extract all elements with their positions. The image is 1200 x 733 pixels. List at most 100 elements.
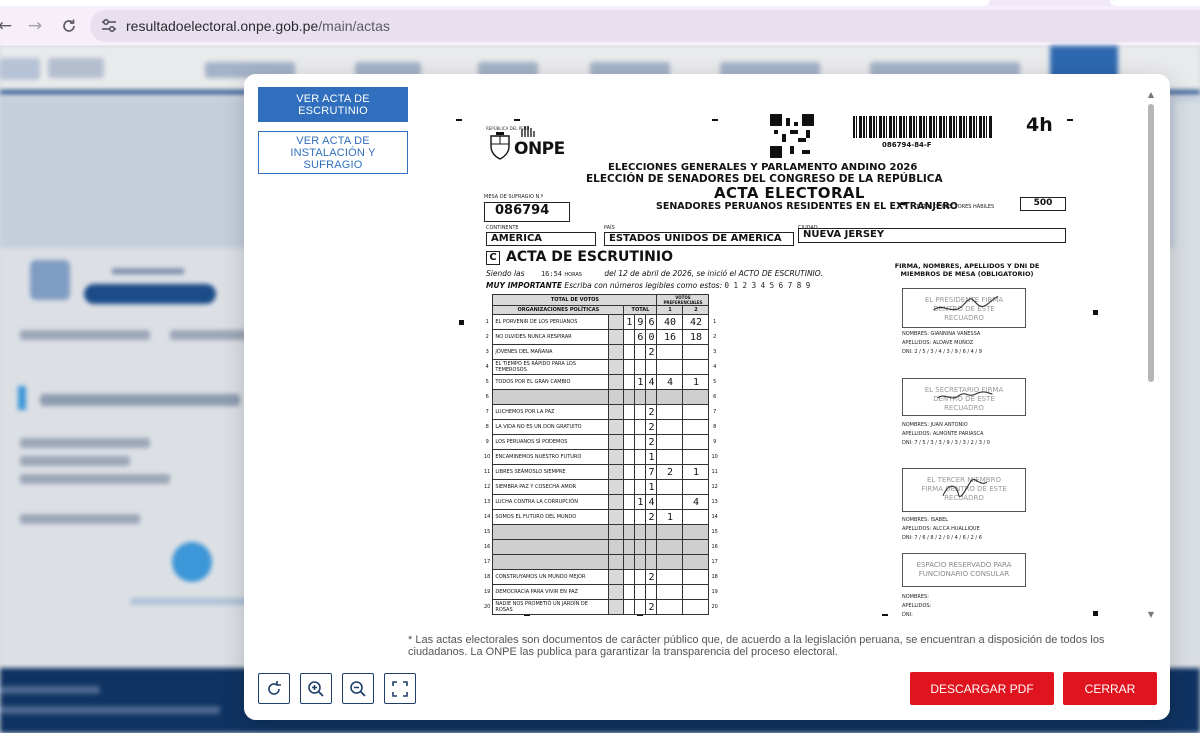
m1-dni-label: DNI:: [902, 349, 913, 355]
arrow-right-icon: ➡: [898, 199, 907, 210]
m4-apellidos-label: APELLIDOS:: [902, 603, 932, 609]
party-name: LUCHEMOS POR LA PAZ: [492, 404, 610, 420]
download-pdf-button[interactable]: DESCARGAR PDF: [910, 672, 1054, 705]
pref-vote-1: [656, 554, 684, 570]
party-logo-icon: [608, 389, 625, 405]
acta-document: REPÚBLICA DEL PERÚ ONPE 086794-84-F 4h E…: [412, 84, 1148, 624]
m1-apellidos: ALDAVE MUÑOZ: [932, 340, 974, 346]
total-digit: 4: [645, 494, 658, 510]
url-host: resultadoelectoral.onpe.gob.pe: [126, 18, 319, 34]
row-number-right: 6: [713, 394, 717, 400]
tab-acta-instalacion-label: VER ACTA DE INSTALACIÓN Y SUFRAGIO: [290, 134, 376, 171]
pref-vote-2: [682, 539, 710, 555]
total-digit: [634, 434, 647, 450]
party-logo-icon: [608, 449, 625, 465]
party-logo-icon: [608, 464, 625, 480]
party-name: NO OLVIDES NUNCA RESPIRAR: [492, 329, 610, 345]
row-number: 19: [484, 589, 491, 595]
party-logo-icon: [608, 479, 625, 495]
viewer-scrollbar[interactable]: ▲ ▼: [1146, 90, 1156, 620]
row-number: 3: [485, 349, 489, 355]
party-name: [492, 524, 610, 540]
acta-title-1: ELECCIONES GENERALES Y PARLAMENTO ANDINO…: [608, 162, 918, 173]
acta-viewer[interactable]: REPÚBLICA DEL PERÚ ONPE 086794-84-F 4h E…: [412, 84, 1148, 624]
electores-label: TOTAL DE ELECTORES HÁBILES: [916, 204, 995, 210]
total-digit: [623, 404, 636, 420]
party-logo-icon: [608, 344, 625, 360]
total-digit: [623, 494, 636, 510]
zoom-out-button[interactable]: [342, 673, 374, 704]
digits-sample: 0 1 2 3 4 5 6 7 8 9: [724, 281, 811, 290]
total-digit: [623, 434, 636, 450]
forward-arrow-icon[interactable]: →: [24, 15, 46, 37]
m2-nombres: JUAN ANTONIO: [930, 422, 968, 428]
omnibox[interactable]: resultadoelectoral.onpe.gob.pe/main/acta…: [90, 10, 1200, 42]
close-button[interactable]: CERRAR: [1063, 672, 1157, 705]
party-name: CONSTRUYAMOS UN MUNDO MEJOR: [492, 569, 610, 585]
tab-acta-instalacion[interactable]: VER ACTA DE INSTALACIÓN Y SUFRAGIO: [258, 131, 408, 174]
party-logo-icon: [608, 599, 625, 615]
reload-icon[interactable]: [58, 15, 80, 37]
pref-vote-1: 1: [656, 509, 684, 525]
vote-row: 1 EL PORVENIR DE LOS PERUANOS 1 9 6 40 42 1: [482, 314, 720, 330]
pref-vote-1: [656, 599, 684, 615]
row-number-right: 19: [711, 589, 718, 595]
mesa-label: MESA DE SUFRAGIO N.º: [484, 194, 544, 200]
close-label: CERRAR: [1084, 681, 1136, 696]
row-number-right: 1: [713, 319, 717, 325]
row-number-right: 11: [711, 469, 718, 475]
pref-vote-2: [682, 449, 710, 465]
total-digit: [623, 419, 636, 435]
vote-row: 15 15: [482, 524, 720, 540]
rotate-button[interactable]: [258, 673, 290, 704]
download-pdf-label: DESCARGAR PDF: [930, 681, 1034, 696]
electores-value: 500: [1020, 197, 1066, 211]
total-digit: [623, 359, 636, 375]
acta-barcode-number: 086794-84-F: [882, 141, 932, 149]
back-arrow-icon[interactable]: ←: [0, 15, 16, 37]
total-digit: [623, 599, 636, 615]
row-number-right: 8: [713, 424, 717, 430]
vote-row: 3 JÓVENES DEL MAÑANA 2 3: [482, 344, 720, 360]
th-total-votos: TOTAL DE VOTOS: [492, 294, 658, 306]
signature-box-presidente: EL PRESIDENTE FIRMA DENTRO DE ESTE RECUA…: [902, 288, 1026, 328]
scroll-up-icon[interactable]: ▲: [1146, 90, 1156, 100]
pref-vote-2: [682, 569, 710, 585]
party-logo-icon: [608, 524, 625, 540]
zoom-in-button[interactable]: [300, 673, 332, 704]
total-digit: 1: [645, 449, 658, 465]
vote-row: 8 LA VIDA NO ES UN DON GRATUITO 2 8: [482, 419, 720, 435]
ciudad-value: NUEVA JERSEY: [798, 228, 1066, 243]
tab-acta-escrutinio-label: VER ACTA DE ESCRUTINIO: [296, 92, 370, 117]
total-digit: [634, 359, 647, 375]
pref-vote-2: 18: [682, 329, 710, 345]
signature-scribble-icon: [942, 479, 988, 497]
row-number: 15: [484, 529, 491, 535]
pref-vote-1: [656, 539, 684, 555]
scroll-down-icon[interactable]: ▼: [1146, 610, 1156, 620]
row-number-right: 15: [711, 529, 718, 535]
row-number: 13: [484, 499, 491, 505]
tune-icon[interactable]: [100, 18, 118, 34]
party-name: LUCHA CONTRA LA CORRUPCIÓN: [492, 494, 610, 510]
acta-modal: VER ACTA DE ESCRUTINIO VER ACTA DE INSTA…: [244, 74, 1170, 720]
party-logo-icon: [608, 404, 625, 420]
row-number: 6: [485, 394, 489, 400]
fullscreen-button[interactable]: [384, 673, 416, 704]
total-digit: [645, 359, 658, 375]
vote-row: 20 NADIE NOS PROMETIÓ UN JARDÍN DE ROSAS 2…: [482, 599, 720, 615]
party-name: DEMOCRACIA PARA VIVIR EN PAZ: [492, 584, 610, 600]
total-digit: [623, 344, 636, 360]
url-text[interactable]: resultadoelectoral.onpe.gob.pe/main/acta…: [126, 18, 390, 34]
row-number: 11: [484, 469, 491, 475]
fullscreen-icon: [392, 680, 408, 697]
party-name: SIEMBRA PAZ Y COSECHA AMOR: [492, 479, 610, 495]
signature-box-tercer-miembro: EL TERCER MIEMBRO FIRMA DENTRO DE ESTE R…: [902, 468, 1026, 512]
tab-acta-escrutinio[interactable]: VER ACTA DE ESCRUTINIO: [258, 87, 408, 122]
total-digit: [645, 584, 658, 600]
total-digit: 2: [645, 509, 658, 525]
total-digit: [634, 404, 647, 420]
row-number-right: 3: [713, 349, 717, 355]
scroll-thumb[interactable]: [1148, 104, 1154, 382]
m2-apellidos-label: APELLIDOS:: [902, 431, 932, 437]
